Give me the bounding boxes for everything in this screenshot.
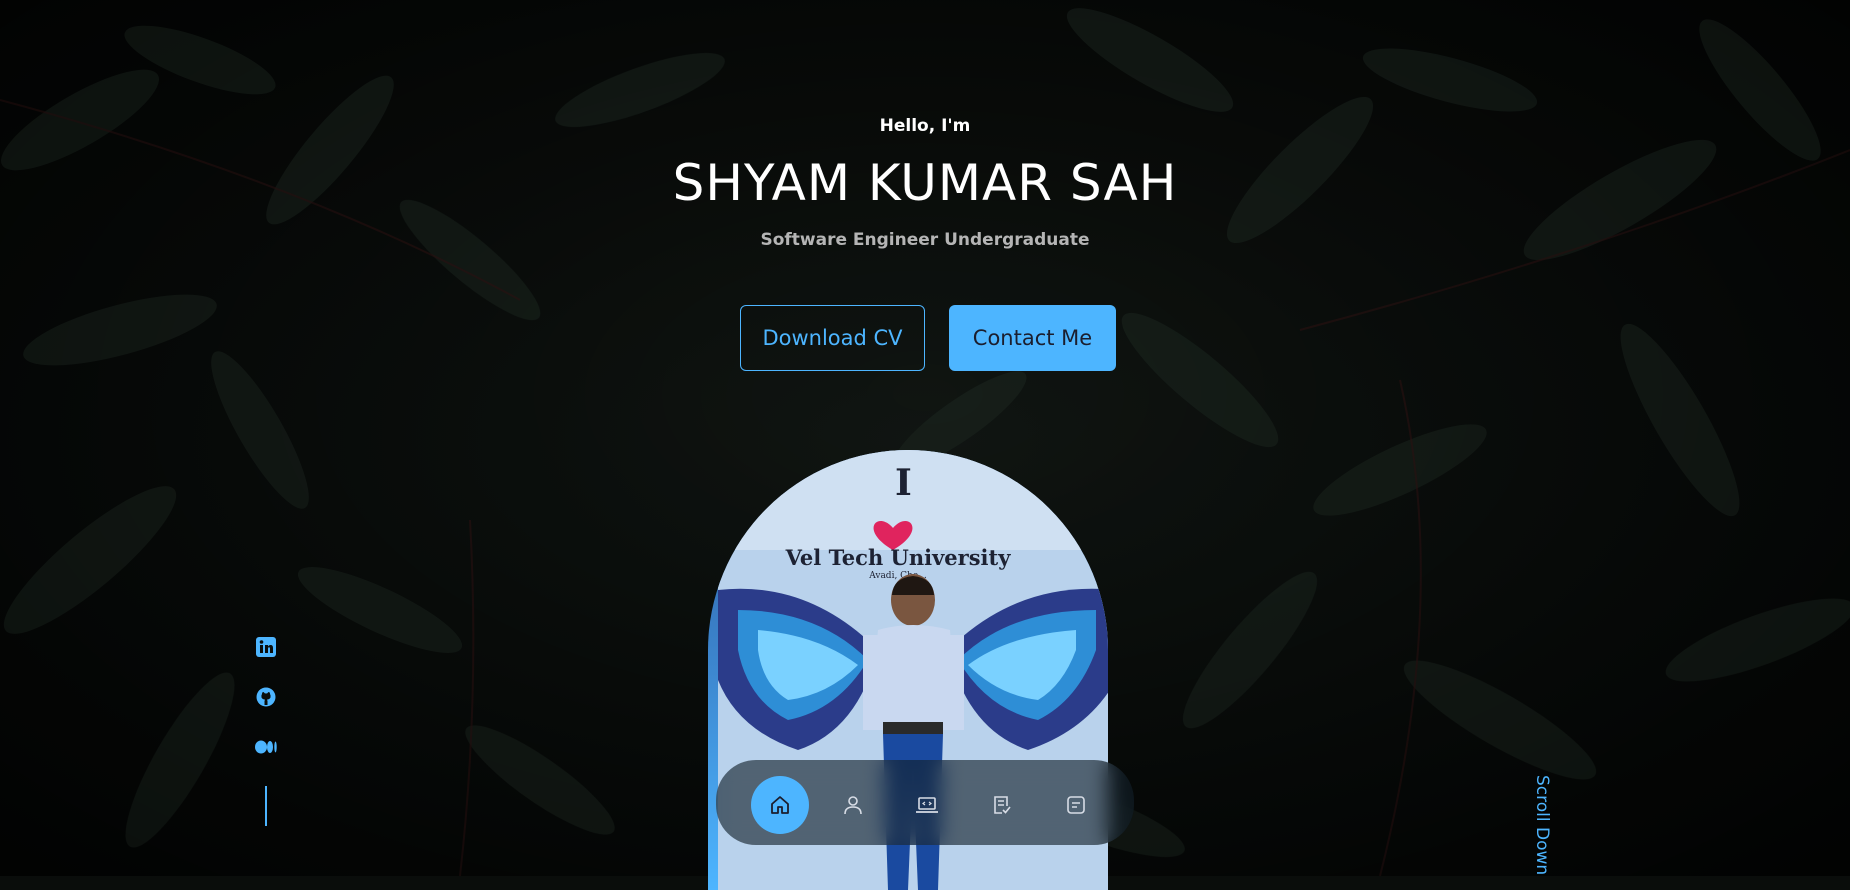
github-icon[interactable] — [255, 686, 277, 708]
medium-icon[interactable] — [255, 736, 277, 758]
nav-services[interactable] — [973, 776, 1031, 834]
hero-tagline: Software Engineer Undergraduate — [760, 230, 1090, 250]
nav-experience[interactable] — [898, 776, 956, 834]
contact-me-button[interactable]: Contact Me — [949, 305, 1116, 371]
sign-letter-i: I — [895, 462, 912, 504]
linkedin-icon[interactable] — [255, 636, 277, 658]
nav-about[interactable] — [824, 776, 882, 834]
nav-contact[interactable] — [1047, 776, 1105, 834]
nav-home[interactable] — [751, 776, 809, 834]
download-cv-button[interactable]: Download CV — [740, 305, 925, 371]
checklist-icon — [994, 796, 1011, 814]
sign-university: Vel Tech University — [785, 545, 1012, 570]
user-icon — [844, 796, 862, 815]
greeting-text: Hello, I'm — [879, 116, 971, 136]
laptop-icon — [916, 797, 938, 813]
home-icon — [771, 796, 789, 814]
social-divider-line — [265, 786, 267, 826]
bottom-nav — [716, 760, 1134, 845]
hero-name: SHYAM KUMAR SAH — [672, 154, 1178, 212]
scroll-down-link[interactable]: Scroll Down — [1532, 775, 1552, 875]
message-icon — [1067, 796, 1085, 814]
